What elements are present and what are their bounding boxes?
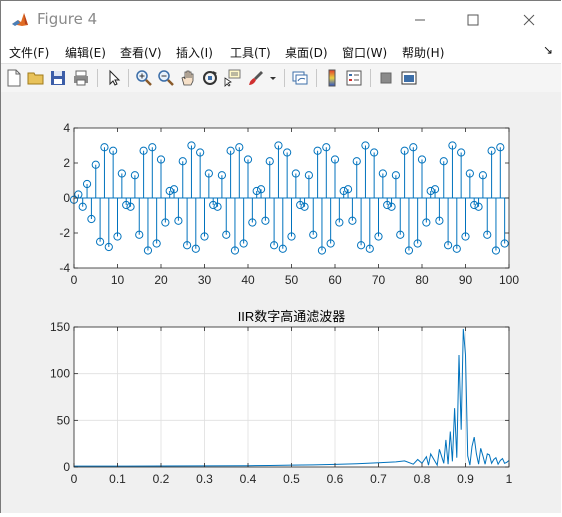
menu-bar: 文件(F) 编辑(E) 查看(V) 插入(I) 工具(T) 桌面(D) 窗口(W… <box>1 39 561 63</box>
x-tick-label: 0 <box>71 472 78 486</box>
close-icon <box>523 14 535 26</box>
x-tick-label: 80 <box>415 273 429 287</box>
y-tick-label: 2 <box>63 156 70 170</box>
zoom-in-icon[interactable] <box>135 69 153 87</box>
menu-help[interactable]: 帮助(H) <box>402 44 444 61</box>
matlab-logo-icon <box>11 11 29 29</box>
menu-dock-arrow-icon[interactable]: ↘ <box>543 43 553 57</box>
close-button[interactable] <box>506 1 552 39</box>
toolbar-separator <box>370 69 371 87</box>
filter-response-axes: 0 0.1 0.2 0.3 0.4 0.5 0.6 0.7 0.8 0.9 1 0 50 100 150 II… <box>50 309 513 486</box>
new-figure-icon[interactable] <box>5 69 23 87</box>
pointer-icon[interactable] <box>105 69 123 87</box>
chart-title: IIR数字高通滤波器 <box>238 309 346 324</box>
rotate-3d-icon[interactable] <box>201 69 219 87</box>
menu-tools[interactable]: 工具(T) <box>230 44 271 61</box>
show-plot-tools-icon[interactable] <box>400 69 418 87</box>
x-tick-label: 10 <box>111 273 125 287</box>
zoom-out-icon[interactable] <box>157 69 175 87</box>
toolbar-separator <box>284 69 285 87</box>
menu-edit[interactable]: 编辑(E) <box>65 44 106 61</box>
y-tick-label: 100 <box>50 367 70 381</box>
x-tick-label: 0.2 <box>153 472 170 486</box>
x-tick-label: 0.7 <box>370 472 387 486</box>
x-tick-label: 0.9 <box>457 472 474 486</box>
y-tick-label: 50 <box>57 413 71 427</box>
figure-canvas: 0 10 20 30 40 50 60 70 80 90 100 -4 -2 0 2 4 0 0.1 0.2 0.3… <box>1 92 561 513</box>
stem-plot-axes: 0 10 20 30 40 50 60 70 80 90 100 -4 -2 0 2 4 <box>59 121 519 287</box>
x-tick-label: 20 <box>154 273 168 287</box>
x-tick-label: 0.4 <box>240 472 257 486</box>
title-bar: Figure 4 <box>1 1 561 39</box>
brush-icon[interactable] <box>247 69 265 87</box>
x-tick-label: 0 <box>71 273 78 287</box>
x-tick-label: 40 <box>241 273 255 287</box>
x-tick-label: 70 <box>372 273 386 287</box>
hide-plot-tools-icon[interactable] <box>377 69 395 87</box>
x-tick-label: 0.8 <box>414 472 431 486</box>
menu-view[interactable]: 查看(V) <box>120 44 162 61</box>
legend-icon[interactable] <box>345 69 363 87</box>
pan-icon[interactable] <box>179 69 197 87</box>
x-tick-label: 60 <box>328 273 342 287</box>
menu-insert[interactable]: 插入(I) <box>176 44 213 61</box>
y-tick-label: -2 <box>59 226 70 240</box>
y-tick-label: 0 <box>63 460 70 474</box>
toolbar-separator <box>316 69 317 87</box>
toolbar-separator <box>97 69 98 87</box>
y-tick-label: -4 <box>59 261 70 275</box>
x-tick-label: 1 <box>506 472 513 486</box>
x-tick-label: 0.5 <box>283 472 300 486</box>
menu-desktop[interactable]: 桌面(D) <box>285 44 328 61</box>
menu-file[interactable]: 文件(F) <box>9 44 49 61</box>
x-tick-label: 0.6 <box>327 472 344 486</box>
print-icon[interactable] <box>72 69 90 87</box>
x-tick-label: 50 <box>285 273 299 287</box>
figure-window: Figure 4 文件(F) 编辑(E) 查看(V) 插入(I) 工具(T) 桌… <box>0 0 561 513</box>
brush-dropdown-icon[interactable] <box>268 69 278 87</box>
x-tick-label: 90 <box>459 273 473 287</box>
x-tick-label: 30 <box>198 273 212 287</box>
x-tick-label: 0.3 <box>196 472 213 486</box>
colorbar-icon[interactable] <box>323 69 341 87</box>
x-tick-label: 0.1 <box>109 472 126 486</box>
data-cursor-icon[interactable] <box>223 69 241 87</box>
maximize-icon <box>467 14 479 26</box>
figure-toolbar <box>1 63 561 93</box>
open-file-icon[interactable] <box>27 69 45 87</box>
minimize-icon <box>415 19 425 21</box>
x-tick-label: 100 <box>499 273 519 287</box>
window-title: Figure 4 <box>37 10 98 28</box>
y-tick-label: 4 <box>63 121 70 135</box>
save-icon[interactable] <box>49 69 67 87</box>
link-plot-icon[interactable] <box>291 69 309 87</box>
toolbar-separator <box>128 69 129 87</box>
y-tick-label: 150 <box>50 320 70 334</box>
y-tick-label: 0 <box>63 191 70 205</box>
menu-window[interactable]: 窗口(W) <box>342 44 387 61</box>
minimize-button[interactable] <box>397 1 443 39</box>
plot-area: 0 10 20 30 40 50 60 70 80 90 100-4-2024 0 0.1 0.2 0.3… <box>50 121 519 486</box>
maximize-button[interactable] <box>450 1 496 39</box>
